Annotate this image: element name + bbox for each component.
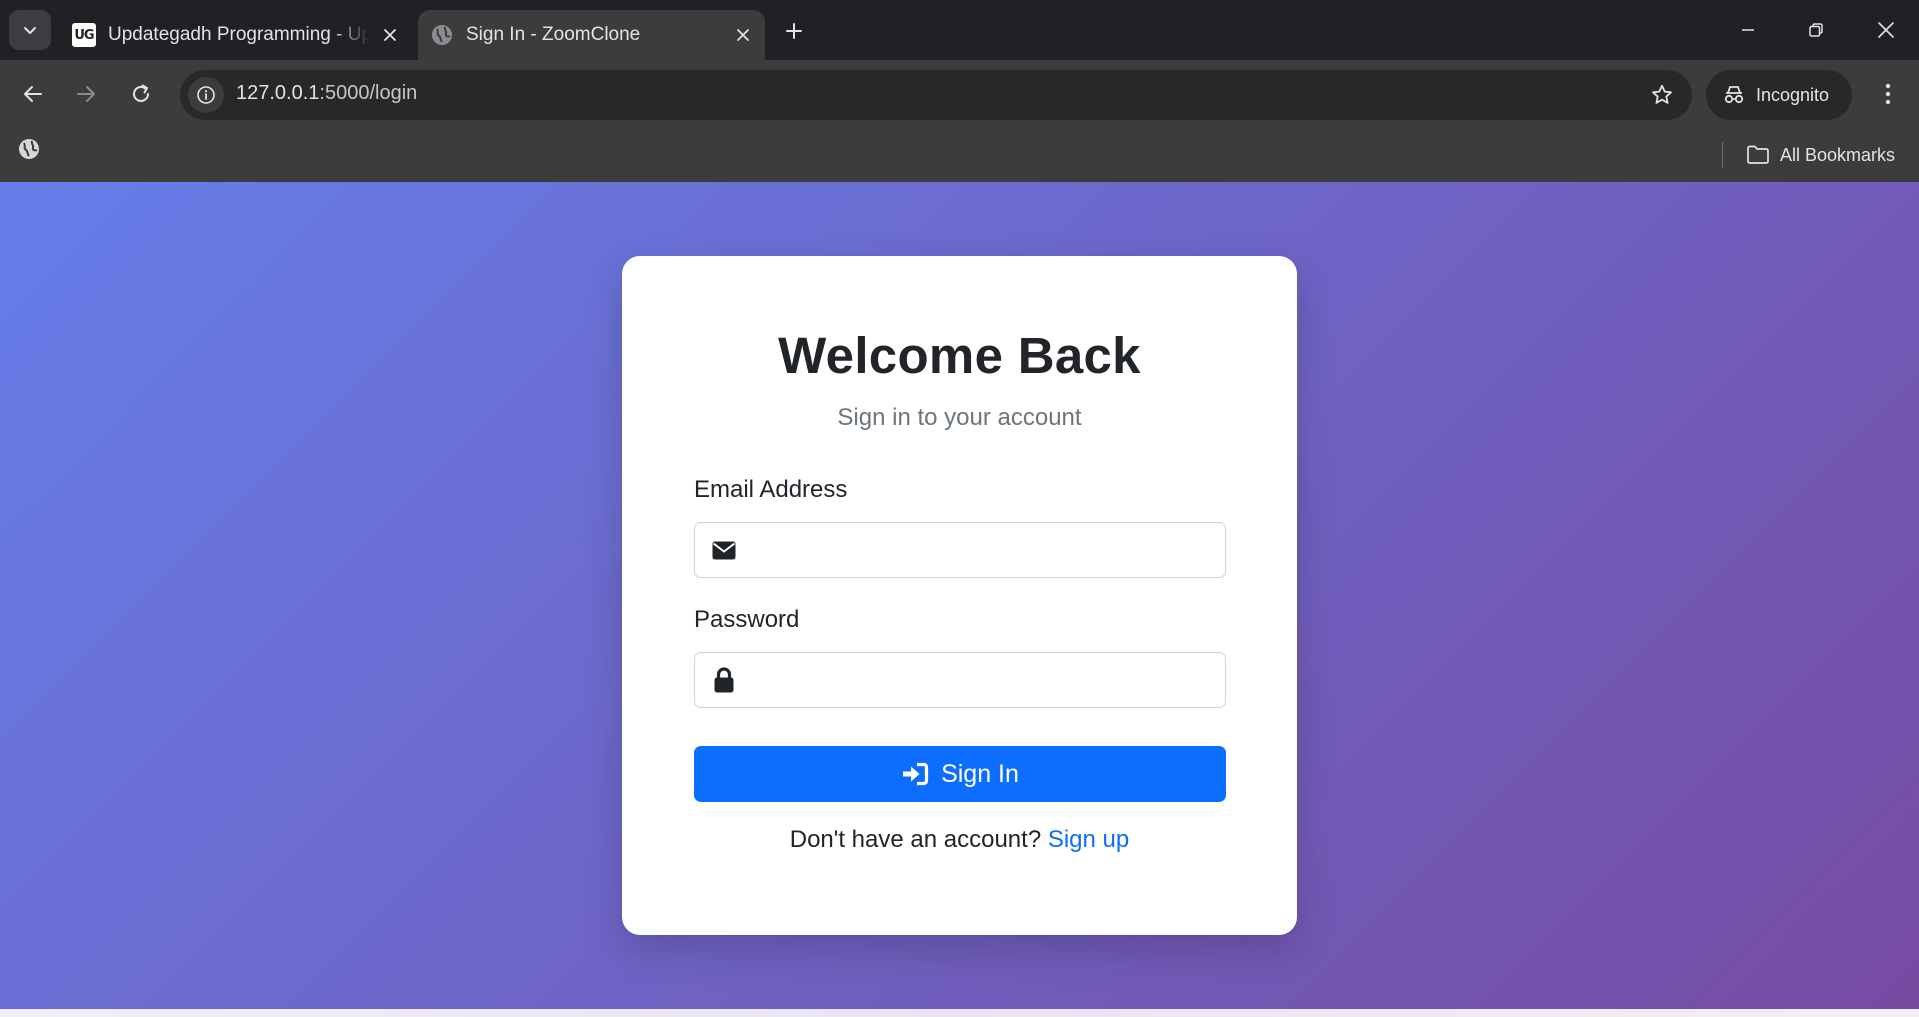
email-input-group [694, 522, 1226, 579]
bookmarks-divider [1722, 142, 1723, 168]
address-bar[interactable]: 127.0.0.1:5000/login [180, 70, 1692, 120]
arrow-right-icon [77, 86, 95, 102]
page-subtitle: Sign in to your account [837, 404, 1082, 431]
minimize-icon [1742, 29, 1754, 31]
site-info-button[interactable] [188, 77, 224, 113]
browser-toolbar: 127.0.0.1:5000/login Incognito [0, 60, 1919, 128]
email-field[interactable] [751, 523, 1215, 579]
all-bookmarks-button[interactable]: All Bookmarks [1746, 140, 1895, 170]
close-window-button[interactable] [1864, 12, 1908, 48]
tab-title: Updategadh Programming - Up [108, 24, 370, 45]
signup-prompt-row: Don't have an account? Sign up [622, 826, 1297, 854]
back-button[interactable] [13, 74, 53, 114]
incognito-indicator[interactable]: Incognito [1706, 70, 1852, 120]
new-tab-button[interactable] [779, 16, 809, 46]
password-field[interactable] [751, 653, 1215, 709]
plus-icon [786, 23, 802, 39]
url-host: 127.0.0.1 [236, 82, 320, 104]
lock-icon [711, 667, 737, 693]
restore-button[interactable] [1794, 12, 1838, 48]
tab-title: Sign In - ZoomClone [466, 24, 641, 45]
updategadh-favicon-icon: UG [72, 23, 96, 47]
tab-strip: UG Updategadh Programming - Up Sign In -… [0, 0, 1919, 60]
more-vertical-icon [1885, 83, 1891, 105]
email-label: Email Address [694, 476, 848, 503]
tab-search-button[interactable] [9, 10, 51, 50]
reload-button[interactable] [121, 74, 161, 114]
reload-icon [133, 84, 149, 102]
globe-icon [430, 23, 454, 47]
sign-in-label: Sign In [941, 759, 1019, 788]
restore-icon [1809, 23, 1823, 37]
arrow-left-icon [24, 86, 42, 102]
minimize-button[interactable] [1726, 12, 1770, 48]
page-title: Welcome Back [778, 327, 1141, 384]
page-bottom-strip [0, 1009, 1919, 1017]
tab-sign-in[interactable]: Sign In - ZoomClone [418, 10, 765, 60]
forward-button[interactable] [66, 74, 106, 114]
login-card: Welcome Back Sign in to your account Ema… [622, 256, 1297, 935]
close-tab-button[interactable] [729, 21, 757, 49]
info-icon [197, 86, 215, 104]
incognito-label: Incognito [1756, 84, 1830, 105]
sign-up-link[interactable]: Sign up [1048, 826, 1129, 853]
signup-prompt-text: Don't have an account? [789, 826, 1042, 853]
sign-in-icon [903, 762, 929, 786]
bookmarks-bar: All Bookmarks [0, 128, 1919, 182]
url-text[interactable]: 127.0.0.1:5000/login [236, 82, 417, 105]
close-icon [737, 29, 749, 41]
envelope-icon [711, 537, 737, 563]
incognito-icon [1724, 86, 1744, 104]
close-icon [384, 29, 396, 41]
password-input-group [694, 652, 1226, 709]
sign-in-button[interactable]: Sign In [694, 746, 1226, 802]
bookmark-star-button[interactable] [1648, 81, 1676, 109]
password-label: Password [694, 606, 800, 633]
tab-updategadh[interactable]: UG Updategadh Programming - Up [62, 10, 412, 60]
bookmark-globe-icon[interactable] [18, 138, 40, 165]
browser-menu-button[interactable] [1872, 74, 1904, 114]
chevron-down-icon [24, 27, 36, 34]
url-path: :5000/login [319, 82, 418, 104]
star-icon [1652, 84, 1672, 104]
close-tab-button[interactable] [376, 21, 404, 49]
all-bookmarks-label: All Bookmarks [1780, 144, 1896, 165]
close-icon [1878, 22, 1894, 38]
folder-icon [1747, 145, 1769, 164]
page-background: Welcome Back Sign in to your account Ema… [0, 182, 1919, 1009]
